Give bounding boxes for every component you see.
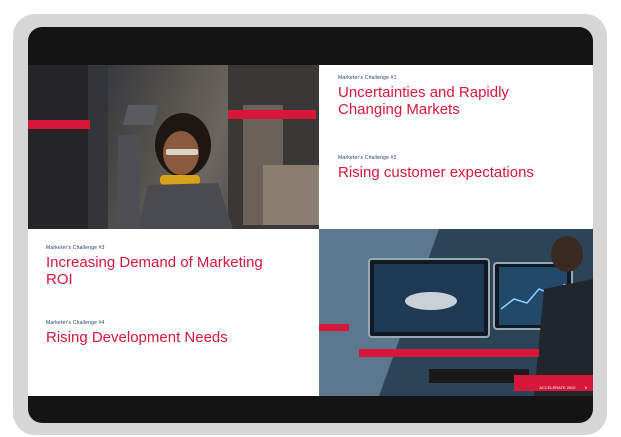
challenge-2: Marketer's Challenge #2 Rising customer … <box>338 155 588 181</box>
red-accent-bar <box>319 324 349 331</box>
presentation-slide: Marketer's Challenge #1 Uncertainties an… <box>28 65 593 396</box>
challenge-1: Marketer's Challenge #1 Uncertainties an… <box>338 75 588 118</box>
footer-page-number: 6 <box>584 385 587 390</box>
worker-illustration <box>28 65 319 229</box>
challenge-title: Increasing Demand of Marketing ROI <box>46 254 263 288</box>
challenge-label: Marketer's Challenge #2 <box>338 155 397 161</box>
red-accent-bar <box>359 349 539 357</box>
engineer-photo: ACCELERATE 2022 6 <box>319 229 593 396</box>
challenge-label: Marketer's Challenge #1 <box>338 75 397 81</box>
challenge-3: Marketer's Challenge #3 Increasing Deman… <box>46 245 311 288</box>
engineer-illustration <box>319 229 593 396</box>
red-accent-bar <box>228 110 316 119</box>
challenge-4: Marketer's Challenge #4 Rising Developme… <box>46 320 311 346</box>
challenge-title: Uncertainties and Rapidly Changing Marke… <box>338 84 509 118</box>
challenge-title: Rising Development Needs <box>46 329 228 346</box>
video-screen: Marketer's Challenge #1 Uncertainties an… <box>28 27 593 423</box>
challenge-label: Marketer's Challenge #3 <box>46 245 105 251</box>
tablet-frame: Marketer's Challenge #1 Uncertainties an… <box>13 14 607 435</box>
worker-photo <box>28 65 319 229</box>
challenge-title: Rising customer expectations <box>338 164 534 181</box>
red-accent-bar <box>28 120 90 129</box>
challenge-label: Marketer's Challenge #4 <box>46 320 105 326</box>
footer-brand: ACCELERATE 2022 <box>539 385 576 390</box>
footer-label: ACCELERATE 2022 6 <box>539 385 587 390</box>
